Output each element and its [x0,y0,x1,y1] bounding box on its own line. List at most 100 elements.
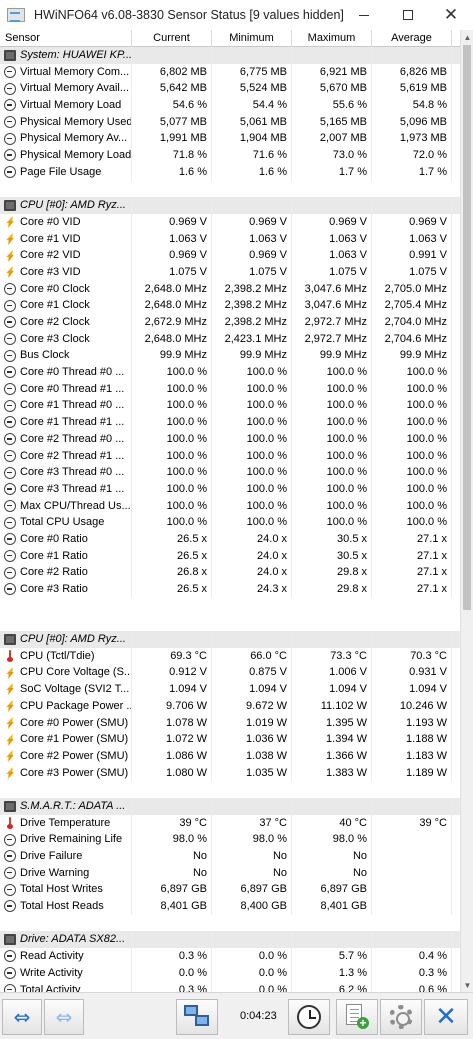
sensor-row[interactable]: Core #0 Ratio 26.5 x 24.0 x 30.5 x 27.1 x [0,530,460,548]
sensor-row[interactable]: Core #2 Thread #0 ... 100.0 % 100.0 % 100.0… [0,430,460,448]
value-average: 100.0 % [372,514,452,531]
sensor-row[interactable]: Total Host Reads 8,401 GB 8,400 GB 8,401 GB [0,898,460,915]
sensor-row[interactable]: Core #3 Ratio 26.5 x 24.3 x 29.8 x 27.1 x [0,581,460,598]
value-maximum: 1.063 V [292,230,372,248]
vertical-scrollbar[interactable]: ▲ ▼ [460,30,473,992]
sensor-name: Core #0 Power (SMU) [20,716,129,729]
sensor-row[interactable]: Max CPU/Thread Us... 100.0 % 100.0 % 100.0 … [0,497,460,515]
sensor-row[interactable]: Read Activity 0.3 % 0.0 % 5.7 % 0.4 % [0,948,460,965]
sensor-name-cell: Core #2 Ratio [0,564,132,581]
sensor-row[interactable]: Total CPU Usage 100.0 % 100.0 % 100.0 % 100.… [0,514,460,531]
sensor-row[interactable]: Core #1 Power (SMU) 1.072 W 1.036 W 1.394 W… [0,731,460,748]
sensor-group-row[interactable]: Drive: ADATA SX82... [0,931,460,949]
sensor-row[interactable]: Core #3 Clock 2,648.0 MHz 2,423.1 MHz 2,972… [0,330,460,348]
sensor-row[interactable]: Core #0 Clock 2,648.0 MHz 2,398.2 MHz 3,047… [0,280,460,298]
sensor-row[interactable]: Physical Memory Load 71.8 % 71.6 % 73.0 % 72… [0,147,460,164]
sensor-name-cell: Core #0 Thread #0 ... [0,364,132,381]
scroll-up-arrow-icon[interactable]: ▲ [461,30,473,44]
sensor-row[interactable]: Total Host Writes 6,897 GB 6,897 GB 6,897 G… [0,881,460,899]
sensor-row[interactable]: Core #3 Thread #0 ... 100.0 % 100.0 % 100.0… [0,464,460,481]
sensor-name: Write Activity [20,966,83,979]
close-button[interactable]: ✕ [424,999,468,1035]
sensor-row[interactable]: Core #2 Power (SMU) 1.086 W 1.038 W 1.366 W… [0,747,460,765]
value-average: 100.0 % [372,497,452,515]
sensor-row[interactable]: Physical Memory Used 5,077 MB 5,061 MB 5,16… [0,113,460,131]
value-current [132,197,212,214]
sensor-name-cell: Core #0 Power (SMU) [0,714,132,732]
scroll-down-arrow-icon[interactable]: ▼ [461,978,473,992]
value-average: 0.3 % [372,964,452,982]
reset-timer-button[interactable] [288,999,330,1035]
minimize-button[interactable] [342,0,386,30]
blank-row [0,781,460,798]
sensor-row[interactable]: Physical Memory Av... 1,991 MB 1,904 MB 2,0… [0,130,460,148]
gauge-icon [4,900,16,913]
sensor-row[interactable]: Write Activity 0.0 % 0.0 % 1.3 % 0.3 % [0,964,460,982]
gauge-icon [4,116,16,129]
sensor-row[interactable]: Core #3 Power (SMU) 1.080 W 1.035 W 1.383 W… [0,764,460,782]
sensor-row[interactable]: Virtual Memory Com... 6,802 MB 6,775 MB 6,9… [0,63,460,81]
sensor-row[interactable]: Drive Warning No No No [0,864,460,882]
sensor-row[interactable]: CPU Package Power ... 9.706 W 9.672 W 11.10… [0,697,460,715]
value-average: 100.0 % [372,430,452,448]
sensor-row[interactable]: Drive Temperature 39 °C 37 °C 40 °C 39 °C [0,814,460,832]
sensor-row[interactable]: Drive Failure No No No [0,848,460,865]
value-average: 1.075 V [372,263,452,281]
sensor-row[interactable]: Core #2 Thread #1 ... 100.0 % 100.0 % 100.0… [0,447,460,465]
column-header-minimum[interactable]: Minimum [212,30,292,47]
sensor-row[interactable]: CPU (Tctl/Tdie) 69.3 °C 66.0 °C 73.3 °C 70.3… [0,647,460,665]
maximize-button[interactable] [386,0,430,30]
sensor-row[interactable]: Core #1 Thread #1 ... 100.0 % 100.0 % 100.0… [0,414,460,431]
sensor-group-row[interactable]: CPU [#0]: AMD Ryz... [0,197,460,214]
sensor-row[interactable]: Core #0 Thread #1 ... 100.0 % 100.0 % 100.0… [0,380,460,398]
value-average: 5,096 MB [372,113,452,131]
sensor-row[interactable]: Page File Usage 1.6 % 1.6 % 1.7 % 1.7 % [0,163,460,181]
sensor-row[interactable]: Core #1 VID 1.063 V 1.063 V 1.063 V 1.063 V [0,230,460,248]
sensor-row[interactable]: Core #0 VID 0.969 V 0.969 V 0.969 V 0.969 V [0,213,460,231]
sensor-row[interactable]: Core #2 Ratio 26.8 x 24.0 x 29.8 x 27.1 x [0,564,460,581]
sensor-row[interactable]: Core #0 Thread #0 ... 100.0 % 100.0 % 100.0… [0,364,460,381]
sensor-row[interactable]: Core #1 Clock 2,648.0 MHz 2,398.2 MHz 3,047… [0,297,460,314]
sensor-row[interactable]: Core #2 VID 0.969 V 0.969 V 1.063 V 0.991 V [0,247,460,264]
sensor-row[interactable]: Bus Clock 99.9 MHz 99.9 MHz 99.9 MHz 99.9 MH… [0,347,460,365]
value-average: 27.1 x [372,547,452,565]
scrollbar-thumb[interactable] [463,45,471,610]
bolt-icon [4,767,16,779]
sensor-row[interactable]: Drive Remaining Life 98.0 % 98.0 % 98.0 % [0,831,460,848]
sensor-row[interactable]: Core #1 Ratio 26.5 x 24.0 x 30.5 x 27.1 x [0,547,460,565]
sensor-name: Max CPU/Thread Us... [20,499,131,512]
sensor-row[interactable]: Core #3 Thread #1 ... 100.0 % 100.0 % 100.0… [0,480,460,498]
close-window-button[interactable]: ✕ [429,0,473,30]
sensor-row[interactable]: CPU Core Voltage (S... 0.912 V 0.875 V 1.00… [0,664,460,682]
sensor-list[interactable]: System: HUAWEI KP... Virtual Memory Com..… [0,47,460,992]
sensor-row[interactable]: Virtual Memory Avail... 5,642 MB 5,524 MB 5… [0,80,460,98]
value-maximum: 40 °C [292,814,372,832]
column-header-sensor[interactable]: Sensor [0,30,132,47]
sensor-row[interactable]: SoC Voltage (SVI2 T... 1.094 V 1.094 V 1.09… [0,681,460,698]
value-maximum: 30.5 x [292,530,372,548]
sensor-row[interactable]: Virtual Memory Load 54.6 % 54.4 % 55.6 % 54.… [0,97,460,114]
navigate-sensors-button[interactable]: ⇔ [2,999,42,1035]
sensor-group-row[interactable]: System: HUAWEI KP... [0,47,460,64]
sensor-row[interactable]: Core #0 Power (SMU) 1.078 W 1.019 W 1.395 W… [0,714,460,732]
sensor-row[interactable]: Core #2 Clock 2,672.9 MHz 2,398.2 MHz 2,972… [0,314,460,331]
navigate-sensors-secondary-button[interactable]: ⇔ [44,999,84,1035]
network-button[interactable] [176,999,218,1035]
value-minimum: 1.063 V [212,230,292,248]
column-header-average[interactable]: Average [372,30,452,47]
sensor-row[interactable]: Core #3 VID 1.075 V 1.075 V 1.075 V 1.075 V [0,263,460,281]
column-header-current[interactable]: Current [132,30,212,47]
gauge-icon [4,499,16,512]
settings-button[interactable] [380,999,422,1035]
sensor-group-row[interactable]: S.M.A.R.T.: ADATA ... [0,797,460,815]
sensor-row[interactable]: Core #1 Thread #0 ... 100.0 % 100.0 % 100.0… [0,397,460,415]
value-maximum: 100.0 % [292,480,372,498]
sensor-name: Core #1 Clock [20,299,90,312]
sensor-row[interactable]: Total Activity 0.3 % 0.0 % 6.2 % 0.6 % [0,981,460,992]
value-current: 1.075 V [132,263,212,281]
value-maximum: 6.2 % [292,981,372,992]
logging-button[interactable]: + [336,999,378,1035]
sensor-group-row[interactable]: CPU [#0]: AMD Ryz... [0,631,460,648]
column-header-maximum[interactable]: Maximum [292,30,372,47]
value-maximum: 1.366 W [292,747,372,765]
